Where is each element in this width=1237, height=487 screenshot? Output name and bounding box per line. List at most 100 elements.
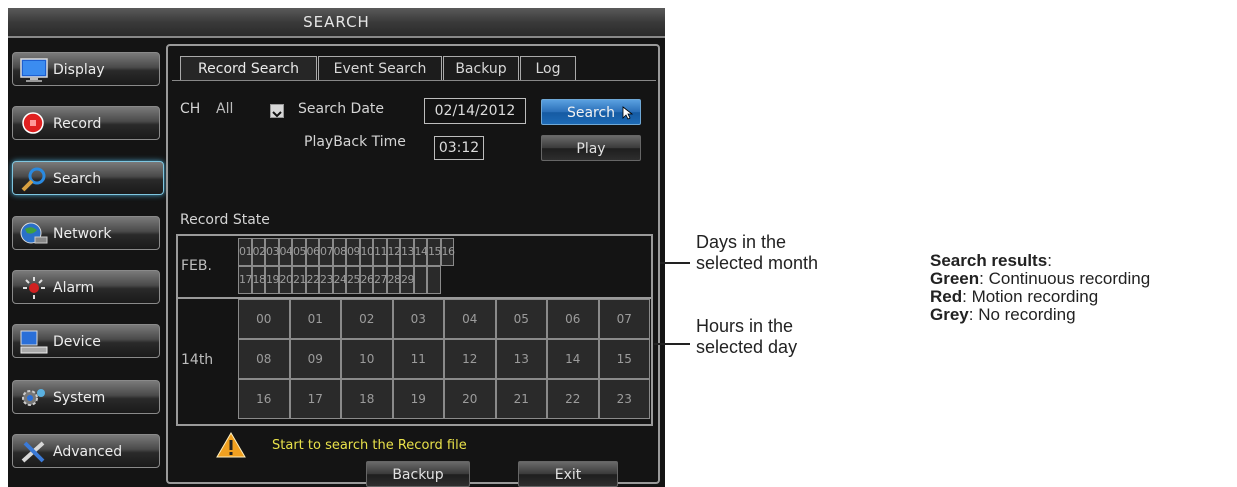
search-date-input[interactable]: 02/14/2012 (424, 98, 526, 124)
sidebar-item-network[interactable]: Network (12, 216, 160, 250)
hour-cell[interactable]: 16 (238, 379, 290, 419)
exit-button[interactable]: Exit (518, 461, 618, 487)
hour-cell[interactable]: 05 (495, 299, 547, 339)
hour-cell[interactable]: 15 (598, 339, 650, 379)
sidebar-item-label: Record (53, 116, 102, 132)
legend-red-key: Red (930, 287, 963, 306)
hour-cell[interactable]: 23 (598, 379, 650, 419)
hour-cell[interactable]: 07 (598, 299, 650, 339)
play-button[interactable]: Play (541, 135, 641, 161)
day-cell[interactable]: 04 (278, 238, 293, 266)
hour-cell[interactable]: 10 (341, 339, 393, 379)
day-cell[interactable]: 29 (400, 266, 414, 294)
warning-icon (216, 432, 246, 458)
system-gear-icon (22, 389, 45, 406)
day-cell[interactable]: 24 (332, 266, 347, 294)
sidebar-item-device[interactable]: Device (12, 324, 160, 358)
legend-title-suffix: : (1047, 251, 1052, 270)
day-cell[interactable]: 13 (400, 238, 414, 266)
record-icon (22, 112, 44, 134)
day-cell[interactable]: 27 (373, 266, 387, 294)
hour-cell[interactable]: 01 (289, 299, 341, 339)
sidebar-item-advanced[interactable]: Advanced (12, 434, 160, 468)
day-cell[interactable]: 10 (359, 238, 374, 266)
day-cell[interactable]: 16 (440, 238, 455, 266)
day-cell[interactable]: 07 (319, 238, 333, 266)
day-cell[interactable]: 23 (319, 266, 333, 294)
ch-label: CH (180, 101, 201, 117)
hour-cell[interactable]: 03 (392, 299, 444, 339)
chevron-down-icon[interactable] (270, 104, 284, 118)
day-cell[interactable]: 17 (238, 266, 252, 294)
sidebar-item-system[interactable]: System (12, 380, 160, 414)
sidebar-item-label: Search (53, 171, 102, 187)
day-cell[interactable]: 20 (278, 266, 293, 294)
search-button[interactable]: Search (541, 99, 641, 125)
day-cell[interactable] (427, 266, 441, 294)
hour-cell[interactable]: 02 (341, 299, 393, 339)
hour-cell[interactable]: 14 (547, 339, 599, 379)
legend-red-row: Red: Motion recording (930, 288, 1150, 306)
day-cell[interactable]: 26 (359, 266, 374, 294)
day-cell[interactable]: 18 (251, 266, 266, 294)
globe-network-icon (20, 222, 48, 244)
day-cell[interactable]: 21 (292, 266, 306, 294)
day-cell[interactable]: 22 (305, 266, 320, 294)
hour-cell[interactable]: 04 (444, 299, 496, 339)
day-cell[interactable]: 09 (346, 238, 360, 266)
hour-cell[interactable]: 21 (495, 379, 547, 419)
hour-cell[interactable]: 00 (238, 299, 290, 339)
day-cell[interactable]: 08 (332, 238, 347, 266)
hour-cell[interactable]: 13 (495, 339, 547, 379)
day-cell[interactable]: 12 (386, 238, 401, 266)
day-cell[interactable]: 02 (251, 238, 266, 266)
backup-button[interactable]: Backup (366, 461, 470, 487)
alarm-icon (23, 277, 45, 299)
hour-cell[interactable]: 06 (547, 299, 599, 339)
tab-record-search[interactable]: Record Search (180, 56, 317, 80)
legend-green-row: Green: Continuous recording (930, 270, 1150, 288)
day-cell[interactable]: 03 (265, 238, 279, 266)
sidebar-item-label: Network (53, 226, 112, 242)
search-results-legend: Search results: Green: Continuous record… (930, 252, 1150, 324)
sidebar-item-alarm[interactable]: Alarm (12, 270, 160, 304)
ch-select[interactable]: All (216, 101, 233, 117)
day-cell[interactable]: 19 (265, 266, 279, 294)
magnifier-icon (21, 167, 46, 192)
day-cell[interactable]: 14 (413, 238, 428, 266)
tab-event-search[interactable]: Event Search (318, 56, 442, 80)
sidebar-item-display[interactable]: Display (12, 52, 160, 86)
hour-cell[interactable]: 09 (289, 339, 341, 379)
day-cell[interactable] (413, 266, 427, 294)
hours-annotation-line2: selected day (696, 337, 798, 357)
monitor-icon (20, 58, 48, 82)
day-cell[interactable]: 01 (238, 238, 252, 266)
day-cell[interactable]: 28 (386, 266, 401, 294)
day-cell[interactable]: 05 (292, 238, 306, 266)
hour-cell[interactable]: 12 (444, 339, 496, 379)
legend-green-key: Green (930, 269, 980, 288)
tab-backup[interactable]: Backup (443, 56, 519, 80)
cursor-icon (622, 106, 634, 120)
day-cell[interactable]: 11 (373, 238, 387, 266)
day-cell[interactable]: 15 (427, 238, 441, 266)
hours-annotation-line1: Hours in the (696, 316, 794, 336)
tab-divider (172, 80, 656, 81)
sidebar-item-record[interactable]: Record (12, 106, 160, 140)
legend-red-text: : Motion recording (962, 287, 1099, 306)
sidebar-item-label: Advanced (53, 444, 123, 460)
legend-title: Search results (930, 251, 1048, 270)
hour-cell[interactable]: 08 (238, 339, 290, 379)
hour-cell[interactable]: 11 (392, 339, 444, 379)
search-button-label: Search (566, 105, 616, 121)
day-cell[interactable]: 06 (305, 238, 320, 266)
tab-log[interactable]: Log (520, 56, 576, 80)
hour-cell[interactable]: 18 (341, 379, 393, 419)
hour-cell[interactable]: 17 (289, 379, 341, 419)
hour-cell[interactable]: 19 (392, 379, 444, 419)
playback-time-input[interactable]: 03:12 (434, 136, 484, 160)
day-cell[interactable]: 25 (346, 266, 360, 294)
hour-cell[interactable]: 20 (444, 379, 496, 419)
hour-cell[interactable]: 22 (547, 379, 599, 419)
sidebar-item-search[interactable]: Search (12, 161, 164, 195)
